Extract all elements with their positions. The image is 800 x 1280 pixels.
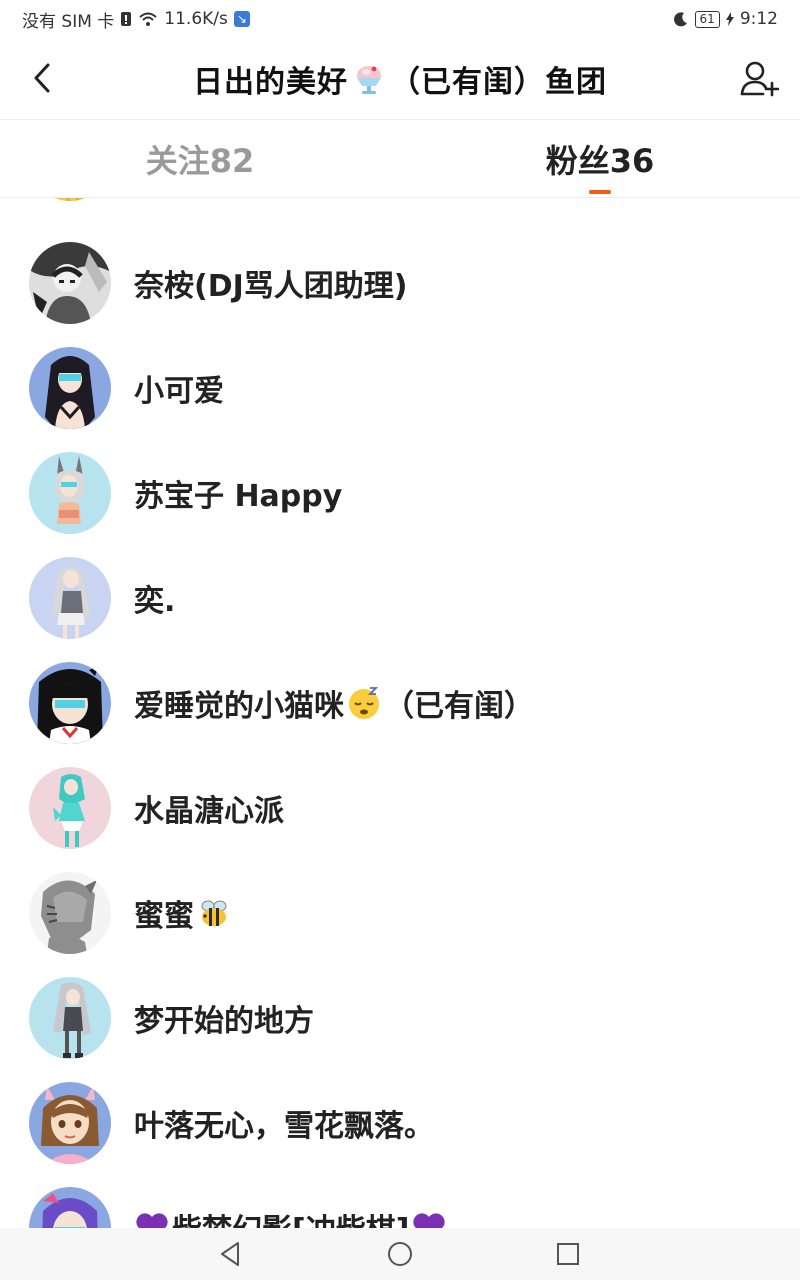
- nav-back-button[interactable]: [212, 1236, 248, 1272]
- avatar: [29, 871, 111, 954]
- fan-name[interactable]: 水晶溏心派: [134, 786, 284, 830]
- shaved-ice-emoji-icon: [352, 62, 386, 96]
- fan-name[interactable]: 梦开始的地方: [134, 996, 314, 1040]
- carrier-text: 没有 SIM 卡: [22, 11, 115, 32]
- add-user-icon: [740, 61, 779, 97]
- clock: 9:12: [739, 9, 778, 29]
- avatar: [29, 661, 111, 744]
- moon-icon: [673, 11, 689, 27]
- list-item[interactable]: 爱睡觉的小猫咪 （已有闺）: [0, 650, 800, 755]
- fan-name-text: 爱睡觉的小猫咪: [134, 688, 344, 724]
- list-item[interactable]: 柴梦幻影[冲柴棋]: [0, 1175, 800, 1228]
- status-left: 没有 SIM 卡 11.6K/s ↘: [22, 7, 250, 32]
- page-title: 日出的美好 （已有闺）鱼团: [193, 57, 607, 101]
- fan-name[interactable]: 小可爱: [134, 366, 224, 410]
- square-recents-icon: [557, 1243, 579, 1265]
- tab-fans[interactable]: 粉丝36: [400, 120, 800, 198]
- status-bar: 没有 SIM 卡 11.6K/s ↘ 61 9:12: [0, 0, 800, 38]
- fan-name-text: 柴梦幻影[冲柴棋]: [172, 1205, 409, 1228]
- circle-home-icon: [388, 1242, 412, 1266]
- back-button[interactable]: [22, 58, 62, 98]
- list-item[interactable]: 奈桉(DJ骂人团助理): [0, 230, 800, 335]
- app-notification-icon: ↘: [233, 11, 250, 27]
- fan-name[interactable]: 柴梦幻影[冲柴棋]: [134, 1205, 447, 1228]
- fan-name[interactable]: 奕.: [134, 576, 175, 620]
- nav-home-button[interactable]: [382, 1236, 418, 1272]
- follow-tabs: 关注82 粉丝36: [0, 120, 800, 198]
- sleeping-face-emoji-icon: [346, 685, 382, 721]
- tab-following[interactable]: 关注82: [0, 120, 400, 198]
- battery-indicator: 61: [694, 10, 720, 28]
- title-text-prefix: 日出的美好: [193, 64, 348, 100]
- purple-heart-icon: [411, 1209, 447, 1228]
- fan-name-text: 蜜蜜: [134, 898, 194, 934]
- avatar: [29, 1186, 111, 1228]
- list-item[interactable]: 水晶溏心派: [0, 755, 800, 860]
- bee-emoji-icon: [196, 895, 232, 931]
- charging-icon: [725, 12, 734, 26]
- avatar: [29, 766, 111, 849]
- list-item-partial[interactable]: [0, 198, 800, 213]
- list-item[interactable]: 苏宝子 Happy: [0, 440, 800, 545]
- triangle-back-icon: [221, 1242, 239, 1266]
- list-item[interactable]: 奕.: [0, 545, 800, 650]
- avatar: [29, 346, 111, 429]
- sim-alert-icon: [120, 11, 132, 27]
- top-header: 日出的美好 （已有闺）鱼团: [0, 38, 800, 120]
- list-item[interactable]: 叶落无心，雪花飘落。: [0, 1070, 800, 1175]
- fan-name[interactable]: 叶落无心，雪花飘落。: [134, 1101, 434, 1145]
- fan-name[interactable]: 蜜蜜: [134, 891, 232, 935]
- list-item[interactable]: 小可爱: [0, 335, 800, 440]
- system-navigation-bar: [0, 1228, 800, 1280]
- add-user-button[interactable]: [736, 56, 782, 102]
- chevron-left-icon: [34, 63, 50, 93]
- list-item[interactable]: 梦开始的地方: [0, 965, 800, 1070]
- active-tab-indicator: [589, 190, 611, 194]
- avatar: [29, 1081, 111, 1164]
- fan-name[interactable]: 爱睡觉的小猫咪 （已有闺）: [134, 681, 534, 725]
- list-item[interactable]: 蜜蜜: [0, 860, 800, 965]
- avatar: [29, 556, 111, 639]
- avatar: [29, 451, 111, 534]
- fan-name-suffix: （已有闺）: [384, 688, 534, 724]
- avatar: [29, 241, 111, 324]
- avatar: [29, 198, 111, 201]
- fan-name[interactable]: 奈桉(DJ骂人团助理): [134, 261, 408, 305]
- fans-list[interactable]: 奈桉(DJ骂人团助理) 小可爱 苏宝子 Happy 奕. 爱睡觉的小猫咪 （已有…: [0, 198, 800, 1228]
- wifi-icon: [138, 11, 158, 27]
- fan-name[interactable]: 苏宝子 Happy: [134, 471, 342, 515]
- network-speed: 11.6K/s: [164, 9, 228, 29]
- status-right: 61 9:12: [673, 9, 778, 29]
- title-text-suffix: （已有闺）鱼团: [390, 64, 607, 100]
- avatar: [29, 976, 111, 1059]
- nav-recents-button[interactable]: [550, 1236, 586, 1272]
- purple-heart-icon: [134, 1209, 170, 1228]
